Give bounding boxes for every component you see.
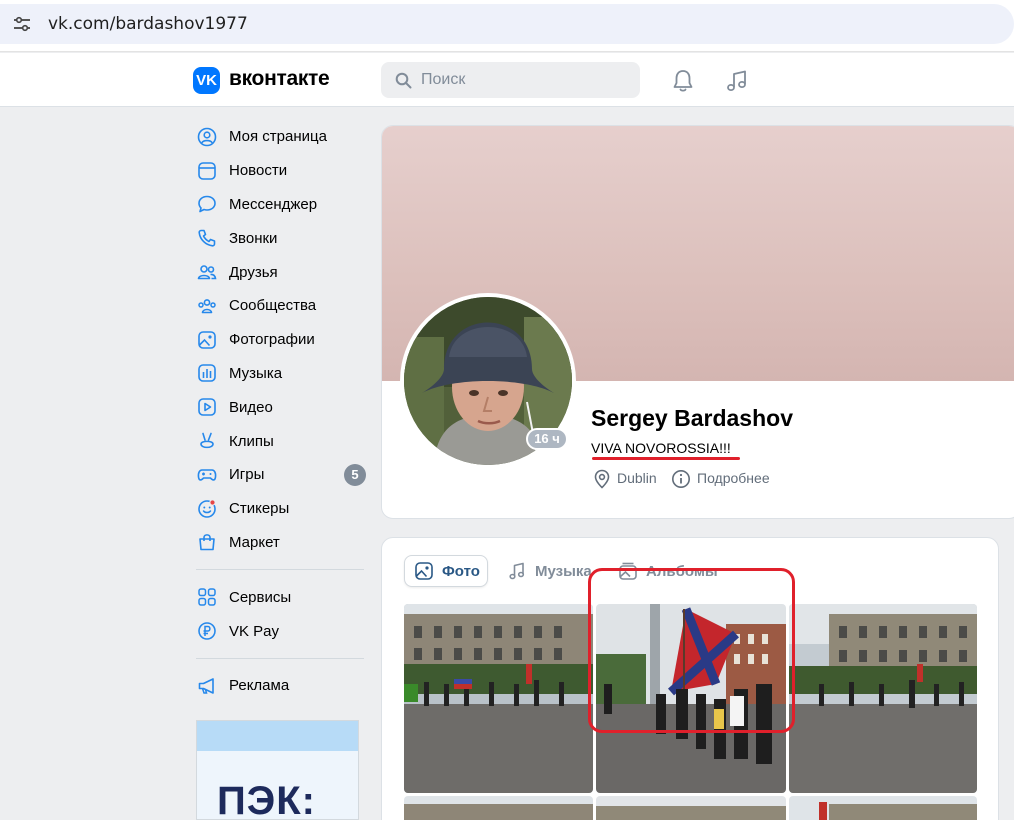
user-circle-icon (197, 127, 217, 147)
communities-icon (198, 298, 216, 314)
sidebar-item-label: Реклама (229, 677, 290, 695)
phone-icon (198, 229, 216, 247)
search-input[interactable] (421, 70, 621, 90)
megaphone-icon (198, 678, 214, 694)
sidebar-item-music[interactable]: Музыка (192, 357, 372, 391)
left-sidebar: Моя страница Новости Мессенджер Звонки Д… (192, 120, 372, 703)
music-bars-icon (198, 364, 216, 383)
tab-photos[interactable]: Фото (404, 555, 488, 587)
news-icon (198, 161, 216, 180)
sidebar-item-label: Музыка (229, 364, 283, 382)
sidebar-item-label: Видео (229, 398, 273, 416)
browser-toolbar: vk.com/bardashov1977 (0, 0, 1014, 52)
sidebar-item-label: Маркет (229, 533, 280, 551)
vk-brand-name[interactable]: вконтакте (229, 67, 330, 91)
market-bag-icon (199, 534, 215, 551)
address-bar[interactable]: vk.com/bardashov1977 (0, 4, 1014, 44)
gamepad-icon (197, 469, 217, 481)
sidebar-item-label: Звонки (229, 229, 278, 247)
sidebar-item-photos[interactable]: Фотографии (192, 323, 372, 357)
sidebar-item-clips[interactable]: Клипы (192, 424, 372, 458)
photo-image (789, 796, 977, 820)
site-info-icon[interactable] (12, 16, 32, 32)
sidebar-item-label: Сервисы (229, 588, 292, 606)
sidebar-item-stickers[interactable]: Стикеры (192, 492, 372, 526)
sidebar-item-label: Друзья (229, 263, 278, 281)
url-text[interactable]: vk.com/bardashov1977 (48, 14, 248, 34)
sidebar-item-communities[interactable]: Сообщества (192, 289, 372, 323)
sidebar-item-my-page[interactable]: Моя страница (192, 120, 372, 154)
photo-image (404, 796, 593, 820)
photo-thumbnail[interactable] (404, 796, 593, 820)
message-bubble-icon (198, 196, 216, 213)
sidebar-item-vk-pay[interactable]: VK Pay (192, 614, 372, 648)
bell-icon[interactable] (671, 68, 695, 94)
sidebar-item-label: Игры (229, 466, 265, 484)
friends-icon (197, 265, 217, 280)
tab-music[interactable]: Музыка (498, 555, 592, 587)
details-link[interactable]: Подробнее (697, 470, 770, 486)
clips-icon (200, 432, 214, 449)
sidebar-item-ads[interactable]: Реклама (192, 669, 372, 703)
photo-thumbnail[interactable] (789, 796, 977, 820)
sticker-icon (198, 499, 216, 518)
profile-name: Sergey Bardashov (591, 405, 793, 431)
vk-logo-icon[interactable]: VK (193, 67, 220, 94)
photo-tab-icon (415, 562, 433, 580)
sidebar-item-market[interactable]: Маркет (192, 526, 372, 560)
sidebar-item-label: Моя страница (229, 128, 327, 146)
red-highlight-annotation (588, 568, 795, 733)
sidebar-item-label: Новости (229, 162, 288, 180)
sidebar-item-label: Клипы (229, 432, 274, 450)
sidebar-divider (196, 657, 364, 659)
photo-image (404, 604, 593, 793)
sidebar-item-calls[interactable]: Звонки (192, 221, 372, 255)
status-red-underline (592, 457, 740, 460)
sidebar-item-news[interactable]: Новости (192, 154, 372, 188)
sidebar-item-label: Сообщества (229, 297, 317, 315)
sidebar-item-friends[interactable]: Друзья (192, 255, 372, 289)
sidebar-item-messenger[interactable]: Мессенджер (192, 188, 372, 222)
photo-thumbnail[interactable] (596, 796, 786, 820)
video-icon (198, 398, 216, 417)
ruble-icon (198, 622, 216, 640)
profile-city[interactable]: Dublin (617, 470, 657, 486)
location-pin-icon (594, 469, 610, 489)
search-box[interactable] (381, 62, 640, 98)
last-seen-badge: 16 ч (526, 428, 568, 450)
photo-thumbnail[interactable] (789, 604, 977, 793)
sidebar-item-label: VK Pay (229, 622, 280, 640)
sidebar-item-label: Стикеры (229, 500, 290, 518)
sidebar-item-services[interactable]: Сервисы (192, 580, 372, 614)
tab-label: Фото (442, 562, 480, 580)
sidebar-item-games[interactable]: Игры 5 (192, 458, 372, 492)
services-grid-icon (198, 588, 216, 606)
ad-banner-text: ПЭК: (217, 779, 316, 820)
profile-status[interactable]: VIVA NOVOROSSIA!!! (591, 440, 731, 456)
music-note-icon (509, 562, 525, 580)
sidebar-item-video[interactable]: Видео (192, 390, 372, 424)
music-note-header-icon[interactable] (724, 68, 750, 94)
search-icon (395, 72, 412, 89)
sidebar-item-label: Фотографии (229, 331, 315, 349)
photo-icon (198, 330, 216, 349)
photo-image (789, 604, 977, 793)
info-icon[interactable] (671, 469, 691, 489)
photo-thumbnail[interactable] (404, 604, 593, 793)
sidebar-item-label: Мессенджер (229, 195, 318, 213)
vk-header: VK вконтакте (0, 53, 1014, 107)
tab-label: Музыка (535, 562, 592, 580)
photo-image (596, 796, 786, 820)
sidebar-ad-banner[interactable]: ПЭК: (196, 720, 359, 820)
games-count-badge: 5 (344, 463, 366, 486)
sidebar-divider (196, 569, 364, 571)
